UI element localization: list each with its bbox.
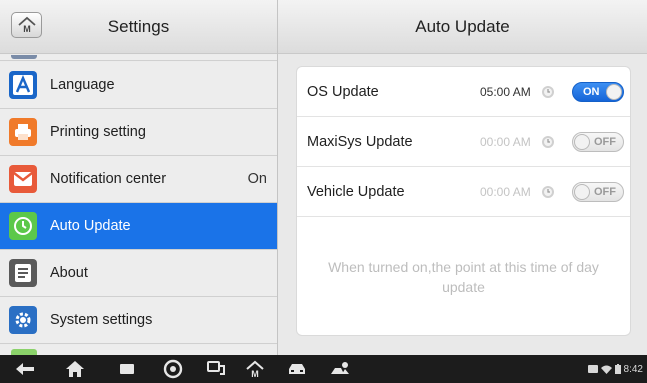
status-area[interactable]: 8:42 xyxy=(587,355,643,383)
clock: 8:42 xyxy=(623,363,643,375)
sidebar-item-label: System settings xyxy=(50,312,153,328)
update-time[interactable]: 00:00 AM xyxy=(480,167,531,217)
sidebar-item-label: Language xyxy=(50,77,115,93)
alarm-clock-icon[interactable] xyxy=(540,133,556,149)
language-icon xyxy=(9,71,37,99)
sidebar-title: Settings xyxy=(107,17,170,36)
sidebar-item-label: About xyxy=(50,265,88,281)
document-icon xyxy=(9,259,37,287)
home-icon[interactable] xyxy=(64,359,86,379)
sidebar-item-printing-setting[interactable]: Printing setting xyxy=(0,109,277,156)
vehicle-update-toggle[interactable]: OFF xyxy=(572,182,624,202)
list-item-partial[interactable] xyxy=(0,55,277,61)
sidebar-item-label: Notification center xyxy=(50,171,167,187)
settings-sidebar: M Settings Language Printing setting Not… xyxy=(0,0,277,355)
sidebar-item-label: Auto Update xyxy=(50,218,131,234)
sidebar-list: Language Printing setting Notification c… xyxy=(0,62,277,344)
toggle-label: ON xyxy=(583,86,600,98)
sidebar-item-notification-center[interactable]: Notification center On xyxy=(0,156,277,203)
row-label: MaxiSys Update xyxy=(307,134,413,150)
browser-icon[interactable] xyxy=(162,359,184,379)
gear-icon xyxy=(9,306,37,334)
back-icon[interactable] xyxy=(14,359,36,379)
sidebar-item-language[interactable]: Language xyxy=(0,62,277,109)
printer-icon xyxy=(9,118,37,146)
sidebar-item-system-settings[interactable]: System settings xyxy=(0,297,277,344)
notification-status: On xyxy=(247,171,267,187)
clock-icon xyxy=(9,212,37,240)
maxisys-update-row: MaxiSys Update 00:00 AM OFF xyxy=(297,117,630,167)
toggle-knob xyxy=(574,184,590,200)
svg-text:M: M xyxy=(251,369,259,378)
system-navigation-bar: M 8:42 xyxy=(0,355,647,383)
sidebar-item-label: Printing setting xyxy=(50,124,146,140)
maxisys-home-icon[interactable]: M xyxy=(244,359,266,379)
battery-icon xyxy=(614,364,621,374)
list-item-partial[interactable] xyxy=(0,345,277,355)
wifi-icon xyxy=(600,365,612,374)
auto-update-card: OS Update 05:00 AM ON MaxiSys Update 00:… xyxy=(296,66,631,336)
sidebar-item-about[interactable]: About xyxy=(0,250,277,297)
update-time[interactable]: 05:00 AM xyxy=(480,67,531,117)
row-label: Vehicle Update xyxy=(307,184,405,200)
sidebar-header: M Settings xyxy=(0,0,277,54)
vci-icon[interactable] xyxy=(205,359,227,379)
alarm-clock-icon[interactable] xyxy=(540,183,556,199)
partial-item-icon xyxy=(11,55,37,59)
recent-apps-icon[interactable] xyxy=(116,359,138,379)
os-update-row: OS Update 05:00 AM ON xyxy=(297,67,630,117)
alarm-clock-icon[interactable] xyxy=(540,83,556,99)
car-icon[interactable] xyxy=(286,359,308,379)
auto-update-hint: When turned on,the point at this time of… xyxy=(328,259,599,295)
toggle-knob xyxy=(606,84,622,100)
os-update-toggle[interactable]: ON xyxy=(572,82,624,102)
toggle-label: OFF xyxy=(594,136,616,148)
notification-icon xyxy=(587,365,598,373)
row-label: OS Update xyxy=(307,84,379,100)
toggle-knob xyxy=(574,134,590,150)
sidebar-item-auto-update[interactable]: Auto Update xyxy=(0,203,277,250)
remote-icon[interactable] xyxy=(329,359,351,379)
vehicle-update-row: Vehicle Update 00:00 AM OFF xyxy=(297,167,630,217)
page-title: Auto Update xyxy=(278,0,647,54)
maxisys-update-toggle[interactable]: OFF xyxy=(572,132,624,152)
update-time[interactable]: 00:00 AM xyxy=(480,117,531,167)
toggle-label: OFF xyxy=(594,186,616,198)
notification-icon xyxy=(9,165,37,193)
